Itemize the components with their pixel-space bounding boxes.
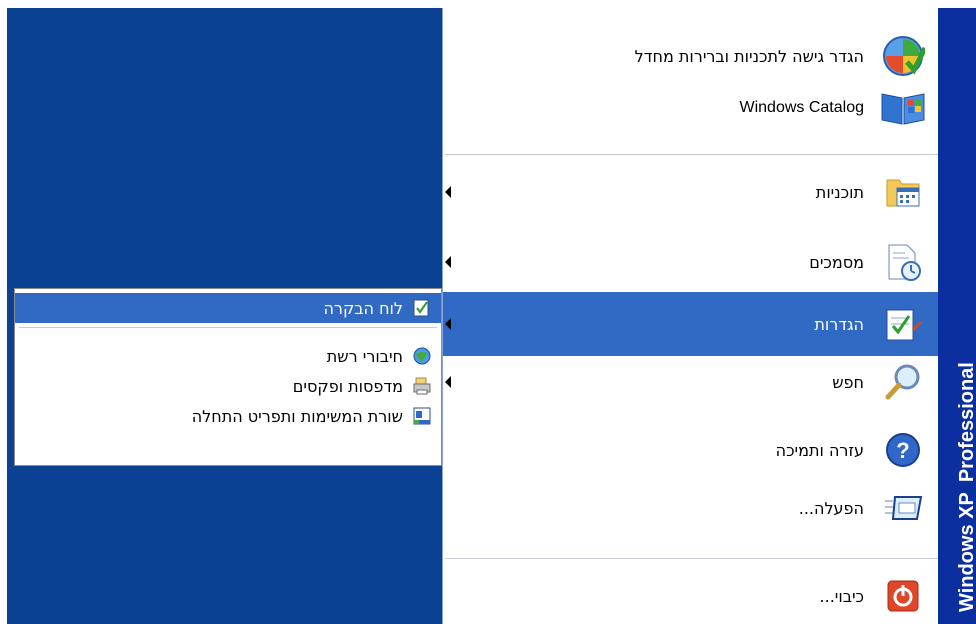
menu-item-documents[interactable]: מסמכים (443, 236, 938, 288)
menu-item-settings[interactable]: הגדרות (443, 292, 938, 356)
submenu-item-taskbar-start-menu[interactable]: שורת המשימות ותפריט התחלה (15, 401, 441, 431)
submenu-arrow-icon (445, 376, 451, 388)
submenu-item-label: חיבורי רשת (326, 346, 403, 366)
menu-item-label: Windows Catalog (739, 99, 865, 116)
submenu-item-label: מדפסות ופקסים (292, 376, 403, 396)
shutdown-icon (878, 571, 928, 621)
submenu-arrow-icon (445, 256, 451, 268)
programs-folder-icon (878, 167, 928, 217)
menu-item-label: הגדרות (814, 314, 864, 334)
run-icon (878, 483, 928, 533)
taskbar-start-menu-icon (411, 405, 433, 427)
submenu-item-label: לוח הבקרה (323, 298, 403, 318)
windows-catalog-icon (878, 83, 928, 133)
menu-separator (445, 558, 938, 559)
menu-item-search[interactable]: חפש (443, 356, 938, 408)
menu-separator (445, 154, 938, 155)
submenu-item-network-connections[interactable]: חיבורי רשת (15, 341, 441, 371)
menu-item-label: כיבוי... (819, 586, 864, 606)
help-icon: ? (878, 425, 928, 475)
submenu-item-printers-faxes[interactable]: מדפסות ופקסים (15, 371, 441, 401)
documents-icon (878, 237, 928, 287)
network-connections-icon (411, 345, 433, 367)
menu-item-label: עזרה ותמיכה (775, 440, 864, 460)
menu-item-label: הפעלה... (798, 498, 864, 518)
settings-submenu: לוח הבקרה חיבורי רשת מדפסות ופקסים שורת … (14, 288, 442, 466)
menu-item-help-support[interactable]: עזרה ותמיכה ? (443, 424, 938, 476)
menu-item-programs[interactable]: תוכניות (443, 166, 938, 218)
menu-item-label: הגדר גישה לתכניות וברירות מחדל (634, 46, 864, 66)
printers-faxes-icon (411, 375, 433, 397)
settings-icon (878, 299, 928, 349)
submenu-separator (19, 327, 437, 328)
svg-text:?: ? (896, 438, 909, 463)
menu-item-set-program-access[interactable]: הגדר גישה לתכניות וברירות מחדל (443, 30, 938, 82)
control-panel-icon (411, 297, 433, 319)
menu-item-label: חפש (832, 372, 864, 392)
menu-item-label: מסמכים (809, 252, 864, 272)
submenu-arrow-icon (445, 186, 451, 198)
submenu-item-label: שורת המשימות ותפריט התחלה (191, 406, 403, 426)
set-program-access-icon (878, 31, 928, 81)
windows-xp-band-label: Windows XP Professional (956, 362, 976, 612)
menu-item-shutdown[interactable]: כיבוי... (443, 570, 938, 622)
menu-item-run[interactable]: הפעלה... (443, 482, 938, 534)
menu-item-label: תוכניות (815, 182, 864, 202)
band-edition: Professional (956, 362, 976, 483)
band-text: Windows XP (956, 492, 976, 612)
menu-item-windows-catalog[interactable]: Windows Catalog (443, 82, 938, 134)
submenu-item-control-panel[interactable]: לוח הבקרה (15, 293, 441, 323)
submenu-arrow-icon (445, 318, 451, 330)
search-magnifier-icon (878, 357, 928, 407)
start-menu-pane: הגדר גישה לתכניות וברירות מחדל Windows C… (442, 8, 938, 624)
